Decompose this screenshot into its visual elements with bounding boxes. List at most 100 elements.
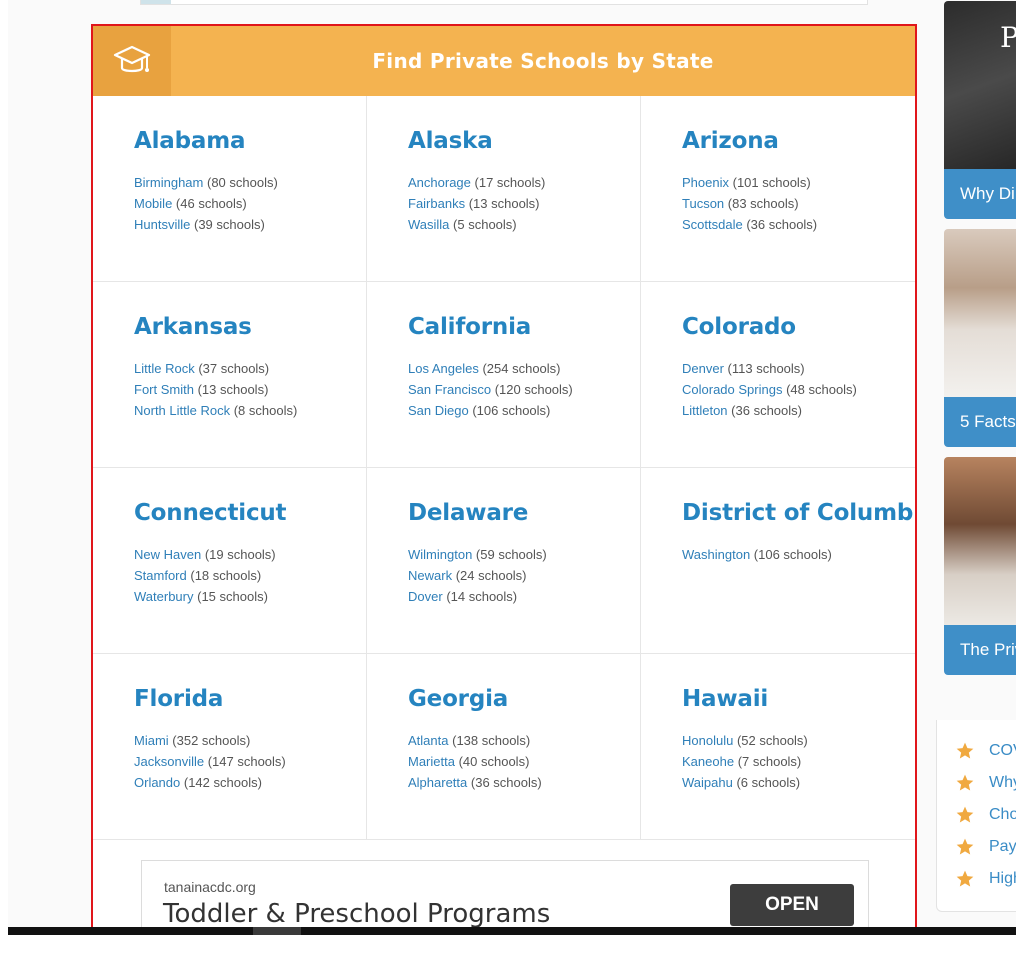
city-link[interactable]: San Francisco: [408, 382, 491, 397]
city-row: Birmingham (80 schools): [134, 172, 366, 193]
city-link[interactable]: Orlando: [134, 775, 180, 790]
state-link[interactable]: Arizona: [682, 128, 915, 154]
state-cell: California Los Angeles (254 schools) San F…: [367, 282, 641, 468]
ad-headline[interactable]: Toddler & Preschool Programs: [163, 899, 550, 929]
city-row: Stamford (18 schools): [134, 565, 366, 586]
city-link[interactable]: Scottsdale: [682, 217, 743, 232]
school-count: (18 schools): [190, 568, 262, 583]
sidebar-link-list: COV Why Cho Payi High: [936, 720, 1016, 912]
card-image: P: [944, 1, 1016, 169]
city-link[interactable]: Phoenix: [682, 175, 729, 190]
state-cell: Hawaii Honolulu (52 schools) Kaneohe (7 sc…: [641, 654, 915, 840]
card-image: [944, 229, 1016, 397]
city-link[interactable]: Tucson: [682, 196, 724, 211]
ad-open-button[interactable]: OPEN: [730, 884, 854, 926]
sidebar-card-1[interactable]: P Why Di: [944, 1, 1016, 219]
school-count: (24 schools): [455, 568, 527, 583]
city-link[interactable]: Honolulu: [682, 733, 733, 748]
city-link[interactable]: Atlanta: [408, 733, 448, 748]
state-link[interactable]: Alabama: [134, 128, 366, 154]
city-link[interactable]: Marietta: [408, 754, 455, 769]
state-link[interactable]: Delaware: [408, 500, 640, 526]
city-row: San Diego (106 schools): [408, 400, 640, 421]
state-cell: Florida Miami (352 schools) Jacksonville (…: [93, 654, 367, 840]
star-icon: [956, 838, 974, 855]
city-link[interactable]: Kaneohe: [682, 754, 734, 769]
card-caption[interactable]: Why Di: [944, 169, 1016, 219]
sidebar-card-3[interactable]: The Priv: [944, 457, 1016, 675]
city-link[interactable]: North Little Rock: [134, 403, 230, 418]
city-link[interactable]: New Haven: [134, 547, 201, 562]
city-link[interactable]: Colorado Springs: [682, 382, 782, 397]
city-row: Alpharetta (36 schools): [408, 772, 640, 793]
sidebar-link-label[interactable]: Why: [989, 774, 1016, 792]
bottom-ad[interactable]: tanainacdc.org Toddler & Preschool Progr…: [141, 860, 869, 933]
city-row: Little Rock (37 schools): [134, 358, 366, 379]
city-link[interactable]: Washington: [682, 547, 750, 562]
city-link[interactable]: Huntsville: [134, 217, 190, 232]
state-link[interactable]: Colorado: [682, 314, 915, 340]
city-link[interactable]: Miami: [134, 733, 169, 748]
adchoices-icon[interactable]: [141, 0, 171, 4]
card-caption[interactable]: 5 Facts: [944, 397, 1016, 447]
sidebar-card-2[interactable]: 5 Facts: [944, 229, 1016, 447]
sidebar-link-item[interactable]: Why: [955, 767, 1016, 799]
school-count: (6 schools): [736, 775, 801, 790]
state-link[interactable]: Alaska: [408, 128, 640, 154]
state-link[interactable]: District of Columbia: [682, 500, 915, 526]
sidebar-link-item[interactable]: High: [955, 863, 1016, 895]
city-link[interactable]: Mobile: [134, 196, 172, 211]
city-link[interactable]: Little Rock: [134, 361, 195, 376]
city-link[interactable]: Jacksonville: [134, 754, 204, 769]
state-link[interactable]: Connecticut: [134, 500, 366, 526]
city-link[interactable]: Los Angeles: [408, 361, 479, 376]
state-link[interactable]: California: [408, 314, 640, 340]
sidebar-link-label[interactable]: Payi: [989, 838, 1016, 856]
city-link[interactable]: Denver: [682, 361, 724, 376]
top-ad-stub: [140, 0, 868, 5]
city-link[interactable]: Birmingham: [134, 175, 203, 190]
city-link[interactable]: Newark: [408, 568, 452, 583]
city-link[interactable]: Waipahu: [682, 775, 733, 790]
state-cell: Arkansas Little Rock (37 schools) Fort Smi…: [93, 282, 367, 468]
city-link[interactable]: Wilmington: [408, 547, 472, 562]
state-link[interactable]: Hawaii: [682, 686, 915, 712]
sidebar-link-item[interactable]: Payi: [955, 831, 1016, 863]
city-row: Los Angeles (254 schools): [408, 358, 640, 379]
card-image: [944, 457, 1016, 625]
city-row: Anchorage (17 schools): [408, 172, 640, 193]
card-caption[interactable]: The Priv: [944, 625, 1016, 675]
city-link[interactable]: Waterbury: [134, 589, 193, 604]
sidebar-link-label[interactable]: Cho: [989, 806, 1016, 824]
sidebar-link-label[interactable]: COV: [989, 742, 1016, 760]
city-link[interactable]: Dover: [408, 589, 443, 604]
city-row: North Little Rock (8 schools): [134, 400, 366, 421]
find-schools-panel: Find Private Schools by State Alabama Bir…: [91, 24, 917, 935]
city-link[interactable]: Littleton: [682, 403, 728, 418]
city-link[interactable]: San Diego: [408, 403, 469, 418]
state-link[interactable]: Georgia: [408, 686, 640, 712]
city-row: Fairbanks (13 schools): [408, 193, 640, 214]
sidebar-link-label[interactable]: High: [989, 870, 1016, 888]
state-link[interactable]: Arkansas: [134, 314, 366, 340]
school-count: (36 schools): [746, 217, 818, 232]
state-link[interactable]: Florida: [134, 686, 366, 712]
sidebar-link-item[interactable]: COV: [955, 735, 1016, 767]
city-link[interactable]: Anchorage: [408, 175, 471, 190]
state-cell: District of Columbia Washington (106 scho…: [641, 468, 915, 654]
school-count: (17 schools): [474, 175, 546, 190]
city-row: Scottsdale (36 schools): [682, 214, 915, 235]
city-link[interactable]: Stamford: [134, 568, 187, 583]
city-row: Fort Smith (13 schools): [134, 379, 366, 400]
scrollbar-thumb[interactable]: [253, 927, 301, 935]
city-link[interactable]: Fairbanks: [408, 196, 465, 211]
city-link[interactable]: Fort Smith: [134, 382, 194, 397]
city-link[interactable]: Wasilla: [408, 217, 449, 232]
city-row: Marietta (40 schools): [408, 751, 640, 772]
school-count: (5 schools): [453, 217, 517, 232]
city-row: Tucson (83 schools): [682, 193, 915, 214]
city-link[interactable]: Alpharetta: [408, 775, 467, 790]
state-cell: Georgia Atlanta (138 schools) Marietta (40…: [367, 654, 641, 840]
school-count: (19 schools): [204, 547, 276, 562]
sidebar-link-item[interactable]: Cho: [955, 799, 1016, 831]
